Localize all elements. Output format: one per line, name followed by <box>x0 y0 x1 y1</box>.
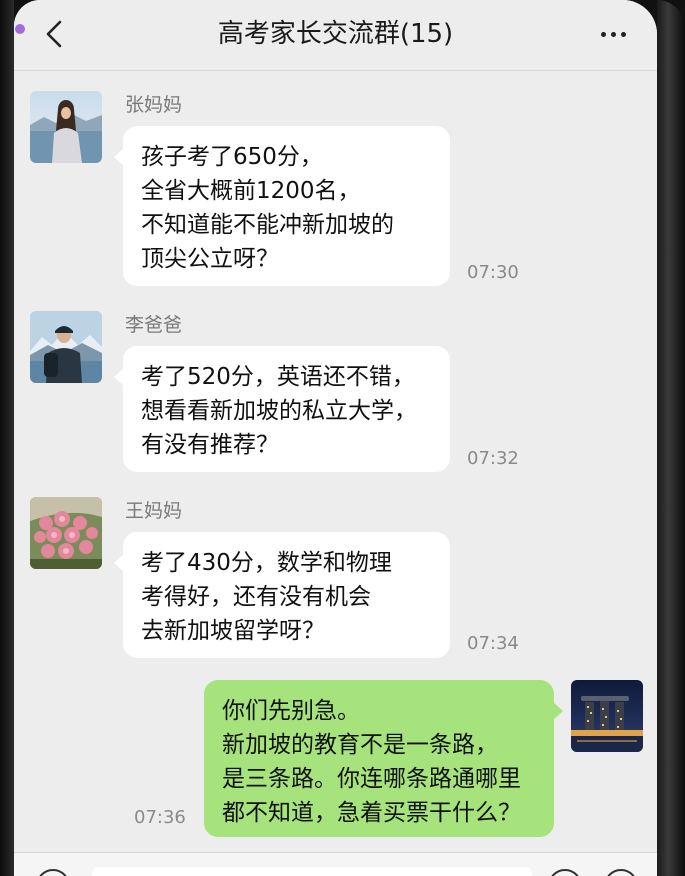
message-line: 去新加坡留学呀？ <box>141 618 325 644</box>
message-time: 07:30 <box>467 262 519 283</box>
singapore-night-skyline-avatar-icon <box>571 680 643 752</box>
phone-device: 高考家长交流群(15) 张妈妈 孩子考了650分， 全省大概前1200名， 不知… <box>0 0 685 876</box>
message-line: 你们先别急。 <box>222 698 360 724</box>
sender-name: 王妈妈 <box>125 500 183 522</box>
message-bubble[interactable]: 考了430分，数学和物理 考得好，还有没有机会 去新加坡留学呀？ <box>114 532 450 658</box>
message-line: 考了430分，数学和物理 <box>141 550 392 576</box>
message-input[interactable] <box>92 867 532 876</box>
message-line: 想看看新加坡的私立大学， <box>141 398 417 424</box>
message-line: 孩子考了650分， <box>141 144 323 170</box>
my-message-bubble[interactable]: 你们先别急。 新加坡的教育不是一条路， 是三条路。你连哪条路通哪里 都不知道，急… <box>204 680 563 837</box>
man-mountain-avatar-icon <box>30 311 102 383</box>
message-line: 有没有推荐？ <box>141 432 279 458</box>
message-line: 顶尖公立呀？ <box>141 246 279 272</box>
message-line: 考了520分，英语还不错， <box>141 364 415 390</box>
more-dot <box>610 31 616 37</box>
message-line: 不知道能不能冲新加坡的 <box>141 212 394 238</box>
message-time: 07:36 <box>134 807 186 828</box>
avatar-li-baba[interactable] <box>30 311 102 383</box>
my-avatar[interactable] <box>571 680 643 752</box>
message-bubble[interactable]: 孩子考了650分， 全省大概前1200名， 不知道能不能冲新加坡的 顶尖公立呀？ <box>114 126 450 286</box>
avatar-wang-mama[interactable] <box>30 497 102 569</box>
sender-name: 李爸爸 <box>125 314 183 336</box>
avatar-zhang-mama[interactable] <box>30 91 102 163</box>
more-options-button[interactable] <box>591 16 635 52</box>
message-line: 考得好，还有没有机会 <box>141 584 371 610</box>
pink-roses-avatar-icon <box>30 497 102 569</box>
phone-frame-right <box>657 0 685 876</box>
message-line: 新加坡的教育不是一条路， <box>222 732 498 758</box>
chat-header: 高考家长交流群(15) <box>14 0 657 71</box>
message-line: 都不知道，急着买票干什么？ <box>222 800 521 826</box>
emoji-button[interactable] <box>548 869 582 876</box>
sender-name: 张妈妈 <box>125 94 183 116</box>
message-line: 全省大概前1200名， <box>141 178 361 204</box>
message-line: 是三条路。你连哪条路通哪里 <box>222 766 521 792</box>
voice-input-button[interactable] <box>36 869 70 876</box>
input-bar <box>14 852 657 876</box>
chat-screen: 高考家长交流群(15) 张妈妈 孩子考了650分， 全省大概前1200名， 不知… <box>14 0 657 876</box>
phone-frame-left <box>0 0 14 876</box>
more-horizontal-icon <box>600 31 606 37</box>
message-time: 07:34 <box>467 633 519 654</box>
more-dot <box>620 31 626 37</box>
chat-title: 高考家长交流群(15) <box>217 19 454 49</box>
message-bubble[interactable]: 考了520分，英语还不错， 想看看新加坡的私立大学， 有没有推荐？ <box>114 346 450 472</box>
message-time: 07:32 <box>467 448 519 469</box>
more-actions-button[interactable] <box>604 869 638 876</box>
woman-by-lake-avatar-icon <box>30 91 102 163</box>
